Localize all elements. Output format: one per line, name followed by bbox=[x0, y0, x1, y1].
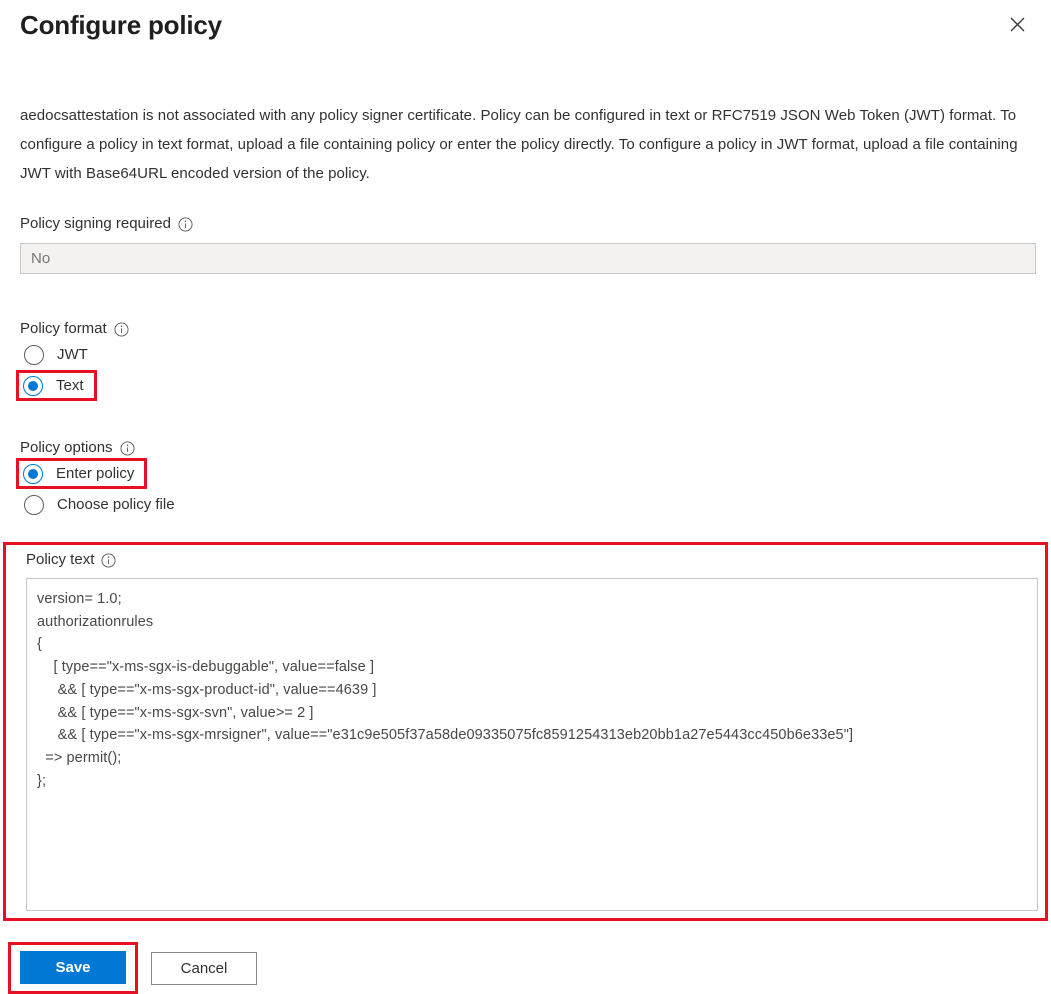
policy-options-label-row: Policy options bbox=[20, 438, 1031, 458]
radio-checked-icon bbox=[23, 463, 43, 484]
policy-options-label: Policy options bbox=[20, 439, 113, 456]
cancel-button[interactable]: Cancel bbox=[151, 951, 257, 985]
policy-signing-required-input bbox=[20, 243, 1036, 274]
save-button-highlight: Save bbox=[8, 942, 138, 994]
field-policy-text: Policy text bbox=[3, 542, 1048, 921]
close-icon[interactable] bbox=[1001, 8, 1033, 40]
field-policy-options: Policy options Enter policy Choose polic… bbox=[16, 438, 1031, 520]
field-policy-signing-required: Policy signing required bbox=[20, 214, 1036, 274]
radio-label: Choose policy file bbox=[57, 495, 175, 513]
policy-text-label: Policy text bbox=[26, 551, 95, 568]
policy-signing-required-label-row: Policy signing required bbox=[20, 214, 1031, 234]
close-glyph bbox=[1010, 17, 1024, 31]
policy-format-label-row: Policy format bbox=[20, 319, 1031, 339]
policy-text-input[interactable] bbox=[26, 578, 1038, 911]
info-icon[interactable] bbox=[101, 552, 116, 568]
info-icon[interactable] bbox=[178, 216, 193, 232]
panel-body: aedocsattestation is not associated with… bbox=[0, 58, 1051, 994]
radio-unchecked-icon bbox=[24, 344, 44, 365]
radio-label: Text bbox=[56, 376, 84, 394]
info-glyph bbox=[178, 216, 193, 232]
policy-format-label: Policy format bbox=[20, 320, 107, 337]
save-button[interactable]: Save bbox=[20, 951, 126, 984]
info-glyph bbox=[114, 321, 129, 337]
info-icon[interactable] bbox=[114, 321, 129, 337]
radio-policy-options-enter-policy[interactable]: Enter policy bbox=[16, 458, 148, 489]
radio-checked-icon bbox=[23, 375, 43, 396]
panel-footer: Save Cancel bbox=[8, 942, 1031, 994]
radio-policy-format-jwt[interactable]: JWT bbox=[20, 339, 88, 370]
radio-policy-format-text[interactable]: Text bbox=[16, 370, 97, 401]
field-policy-format: Policy format JWT Text bbox=[16, 319, 1031, 401]
radio-label: Enter policy bbox=[56, 464, 135, 482]
page-title: Configure policy bbox=[20, 10, 222, 40]
intro-description: aedocsattestation is not associated with… bbox=[20, 107, 1018, 182]
info-glyph bbox=[120, 440, 135, 456]
radio-unchecked-icon bbox=[24, 494, 44, 515]
radio-policy-options-choose-file[interactable]: Choose policy file bbox=[20, 489, 175, 520]
radio-label: JWT bbox=[57, 345, 88, 363]
policy-text-label-row: Policy text bbox=[14, 550, 1039, 570]
panel-header: Configure policy bbox=[0, 0, 1051, 58]
info-glyph bbox=[101, 552, 116, 568]
info-icon[interactable] bbox=[120, 440, 135, 456]
policy-signing-required-label: Policy signing required bbox=[20, 215, 171, 232]
